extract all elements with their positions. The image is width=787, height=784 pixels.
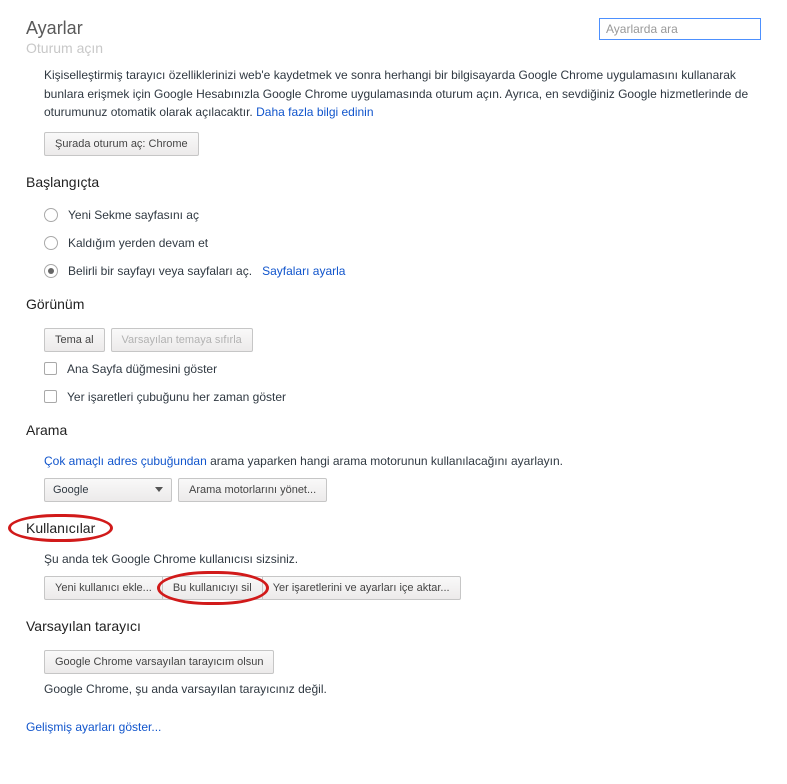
default-browser-heading: Varsayılan tarayıcı	[26, 618, 141, 634]
signin-subtitle: Oturum açın	[26, 40, 761, 56]
users-note: Şu anda tek Google Chrome kullanıcısı si…	[44, 552, 761, 566]
omnibox-link[interactable]: Çok amaçlı adres çubuğundan	[44, 454, 207, 468]
page-title: Ayarlar	[26, 18, 83, 40]
search-heading: Arama	[26, 422, 67, 438]
make-default-button[interactable]: Google Chrome varsayılan tarayıcım olsun	[44, 650, 274, 674]
checkbox-show-bookmarks[interactable]	[44, 390, 57, 403]
radio-continue-label: Kaldığım yerden devam et	[68, 236, 208, 250]
reset-theme-button: Varsayılan temaya sıfırla	[111, 328, 253, 352]
radio-new-tab[interactable]	[44, 208, 58, 222]
users-heading: Kullanıcılar	[26, 520, 95, 536]
add-user-button[interactable]: Yeni kullanıcı ekle...	[44, 576, 163, 600]
import-button[interactable]: Yer işaretlerini ve ayarları içe aktar..…	[263, 576, 461, 600]
get-theme-button[interactable]: Tema al	[44, 328, 105, 352]
checkbox-show-home-label: Ana Sayfa düğmesini göster	[67, 362, 217, 376]
manage-engines-button[interactable]: Arama motorlarını yönet...	[178, 478, 327, 502]
checkbox-show-bookmarks-label: Yer işaretleri çubuğunu her zaman göster	[67, 390, 286, 404]
advanced-settings-link[interactable]: Gelişmiş ayarları göster...	[26, 720, 761, 734]
delete-user-button[interactable]: Bu kullanıcıyı sil	[163, 576, 263, 600]
radio-new-tab-label: Yeni Sekme sayfasını aç	[68, 208, 199, 222]
intro-text: Kişiselleştirmiş tarayıcı özellikleriniz…	[44, 68, 748, 119]
radio-specific-label: Belirli bir sayfayı veya sayfaları aç.	[68, 264, 252, 278]
learn-more-link[interactable]: Daha fazla bilgi edinin	[256, 105, 373, 119]
search-engine-select[interactable]: Google	[44, 478, 172, 502]
search-note-rest: arama yaparken hangi arama motorunun kul…	[210, 454, 563, 468]
startup-heading: Başlangıçta	[26, 174, 99, 190]
chevron-down-icon	[155, 487, 163, 492]
set-pages-link[interactable]: Sayfaları ayarla	[262, 264, 345, 278]
search-engine-value: Google	[53, 484, 88, 496]
checkbox-show-home[interactable]	[44, 362, 57, 375]
signin-button[interactable]: Şurada oturum aç: Chrome	[44, 132, 199, 156]
default-browser-note: Google Chrome, şu anda varsayılan tarayı…	[44, 682, 761, 696]
search-input[interactable]	[599, 18, 761, 40]
radio-specific[interactable]	[44, 264, 58, 278]
appearance-heading: Görünüm	[26, 296, 84, 312]
radio-continue[interactable]	[44, 236, 58, 250]
